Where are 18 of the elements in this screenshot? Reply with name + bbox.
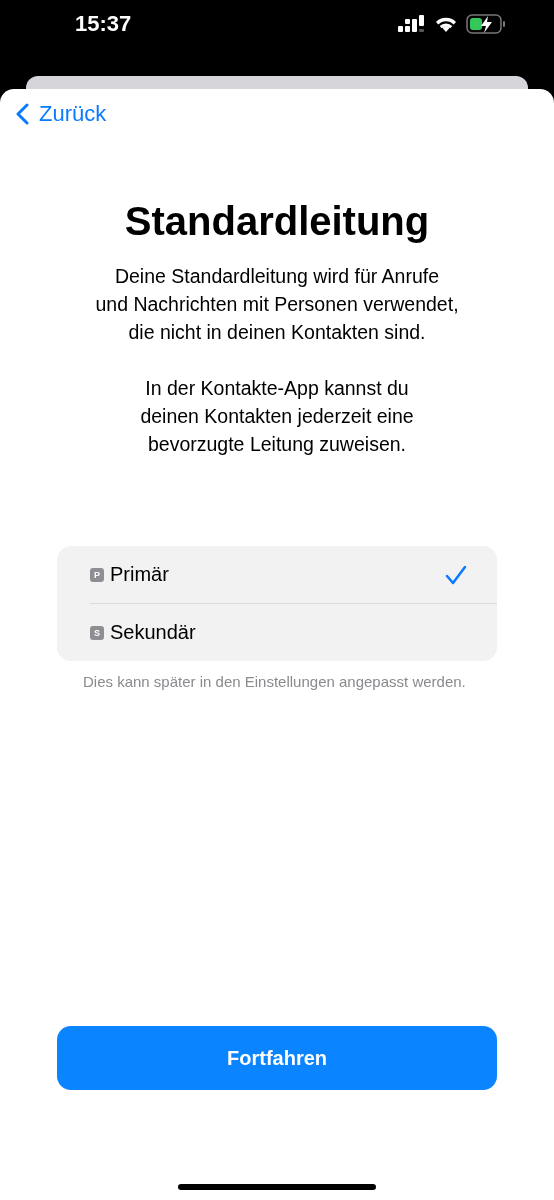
description-text: Deine Standardleitung wird für Anrufe und Nachrichten mit Personen verwendet, die nicht in deinen Kontakten sind. xyxy=(95,264,459,345)
status-time: 15:37 xyxy=(75,11,132,37)
option-label: Sekundär xyxy=(110,621,197,644)
footnote-text: Dies kann später in den Einstellungen angepasst werden. xyxy=(83,672,467,692)
line-badge: P xyxy=(90,567,104,582)
continue-button[interactable]: Fortfahren xyxy=(57,1026,497,1090)
wifi-icon xyxy=(434,15,458,33)
line-option[interactable]: P Primär xyxy=(90,546,497,603)
back-chevron-icon xyxy=(16,103,29,125)
signal-icon xyxy=(398,15,426,33)
description-text: In der Kontakte-App kannst du deinen Kontakten jederzeit eine bevorzugte Leitung zuweisen. xyxy=(140,376,414,457)
checkmark-icon xyxy=(445,564,467,585)
page-title: Standardleitung xyxy=(124,199,430,244)
battery-charging-icon xyxy=(466,14,506,34)
line-badge: S xyxy=(90,625,104,640)
option-label: Primär xyxy=(110,563,170,586)
line-option[interactable]: S Sekundär xyxy=(90,603,497,661)
back-link[interactable]: Zurück xyxy=(16,101,107,127)
